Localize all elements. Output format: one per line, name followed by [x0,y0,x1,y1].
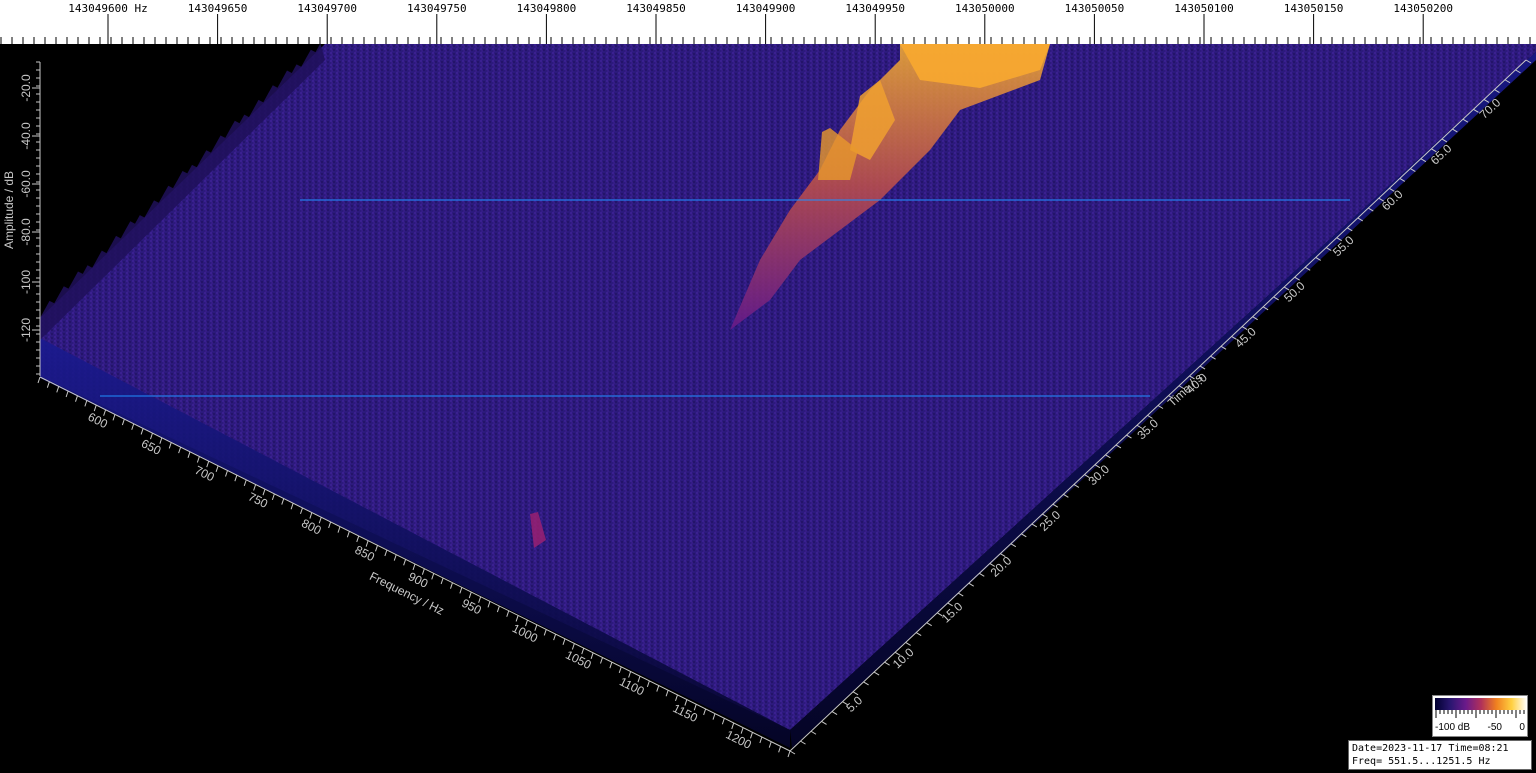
amplitude-tick-label: -120 [19,318,33,342]
frequency-tick [487,601,491,608]
frequency-tick [778,746,782,753]
frequency-tick [346,531,350,538]
frequency-tick [393,554,397,561]
frequency-tick [450,582,453,589]
time-tick [926,622,932,627]
frequency-tick [140,428,144,435]
frequency-tick [328,521,332,529]
time-tick [810,730,817,735]
frequency-tick [243,479,247,487]
legend-min-label: -100 dB [1435,722,1471,733]
frequency-tick [787,750,791,758]
frequency-tick-label: 750 [246,489,270,511]
spectrum-3d-view: 143049600 Hz 143049650 143049700 143049750 1… [0,0,1536,773]
amplitude-tick-label: -40.0 [19,122,33,150]
frequency-tick [337,526,341,533]
frequency-tick [281,498,285,505]
frequency-tick [431,573,435,580]
amplitude-tick-label: -80.0 [19,218,33,246]
frequency-tick [65,390,69,398]
legend-mid-label: -50 [1487,722,1502,733]
time-value: 08:21 [1478,743,1509,754]
time-tick [1010,543,1017,548]
frequency-tick [703,708,707,716]
frequency-tick-label: 650 [139,436,163,458]
frequency-tick [56,386,60,393]
frequency-tick [459,587,463,594]
frequency-tick-label: 700 [192,463,216,485]
amplitude-tick-label: -60.0 [19,170,33,198]
time-tick [800,740,806,745]
frequency-tick [440,577,444,585]
frequency-tick [553,633,557,641]
time-tick [957,592,964,597]
frequency-tick [665,690,669,697]
amplitude-tick-label: -20.0 [19,74,33,102]
time-tick [821,720,827,725]
frequency-tick [656,685,660,692]
color-scale-legend: -100 dB -50 0 [1432,695,1528,737]
frequency-tick [403,559,407,566]
color-gradient [1435,698,1527,710]
time-tick [915,632,922,636]
time-tick [978,572,985,577]
frequency-tick [356,535,360,543]
time-tick [789,750,796,755]
frequency-tick [290,503,294,510]
date-label: Date= [1352,743,1383,754]
frequency-tick [37,376,41,384]
legend-labels: -100 dB -50 0 [1435,722,1525,733]
frequency-tick [75,395,78,402]
amplitude-axis-label: Amplitude / dB [2,171,16,249]
time-label: Time= [1448,743,1479,754]
frequency-tick [543,629,547,636]
frequency-tick [506,610,510,617]
time-tick [1021,533,1027,538]
time-tick [863,681,869,686]
frequency-tick [46,381,50,388]
frequency-tick-label: 850 [353,543,377,565]
frequency-tick [121,418,125,426]
frequency-tick [112,414,116,421]
frequency-tick [234,475,238,482]
frequency-tick [562,638,566,645]
frequency-tick [131,423,135,430]
frequency-tick [178,446,182,454]
freq-range-value: 551.5...1251.5 Hz [1388,756,1491,767]
time-tick [884,661,890,666]
frequency-tick [384,549,388,557]
time-tick [831,711,838,715]
time-tick [968,582,975,587]
frequency-tick [609,662,613,669]
frequency-tick [300,507,303,515]
frequency-tick [600,657,603,664]
frequency-tick-label: 600 [86,410,110,432]
frequency-tick [646,680,650,688]
noise-floor [40,44,1536,730]
legend-max-label: 0 [1519,722,1525,733]
frequency-tick [271,493,275,501]
frequency-tick [712,713,716,720]
frequency-tick [721,718,725,725]
amplitude-tick-label: -100 [19,270,33,294]
legend-ticks [1435,710,1525,718]
frequency-tick [196,456,200,463]
frequency-tick [759,736,763,744]
info-box: Date=2023-11-17 Time=08:21 Freq= 551.5..… [1348,740,1532,770]
frequency-tick [84,400,88,407]
freq-label: Freq= [1352,756,1383,767]
waterfall-plot[interactable]: -20.0 -40.0 -60.0 -80.0 -100 -120 Amplitude / … [0,0,1536,773]
frequency-tick [618,666,622,674]
frequency-tick-label: 1100 [617,674,647,698]
frequency-tick [496,605,500,613]
frequency-tick [768,741,772,748]
date-value: 2023-11-17 [1382,743,1443,754]
frequency-tick [225,470,228,477]
time-tick [873,671,880,676]
frequency-axis-label: Frequency / Hz [367,569,446,618]
frequency-tick [187,451,191,458]
frequency-tick [168,442,172,449]
